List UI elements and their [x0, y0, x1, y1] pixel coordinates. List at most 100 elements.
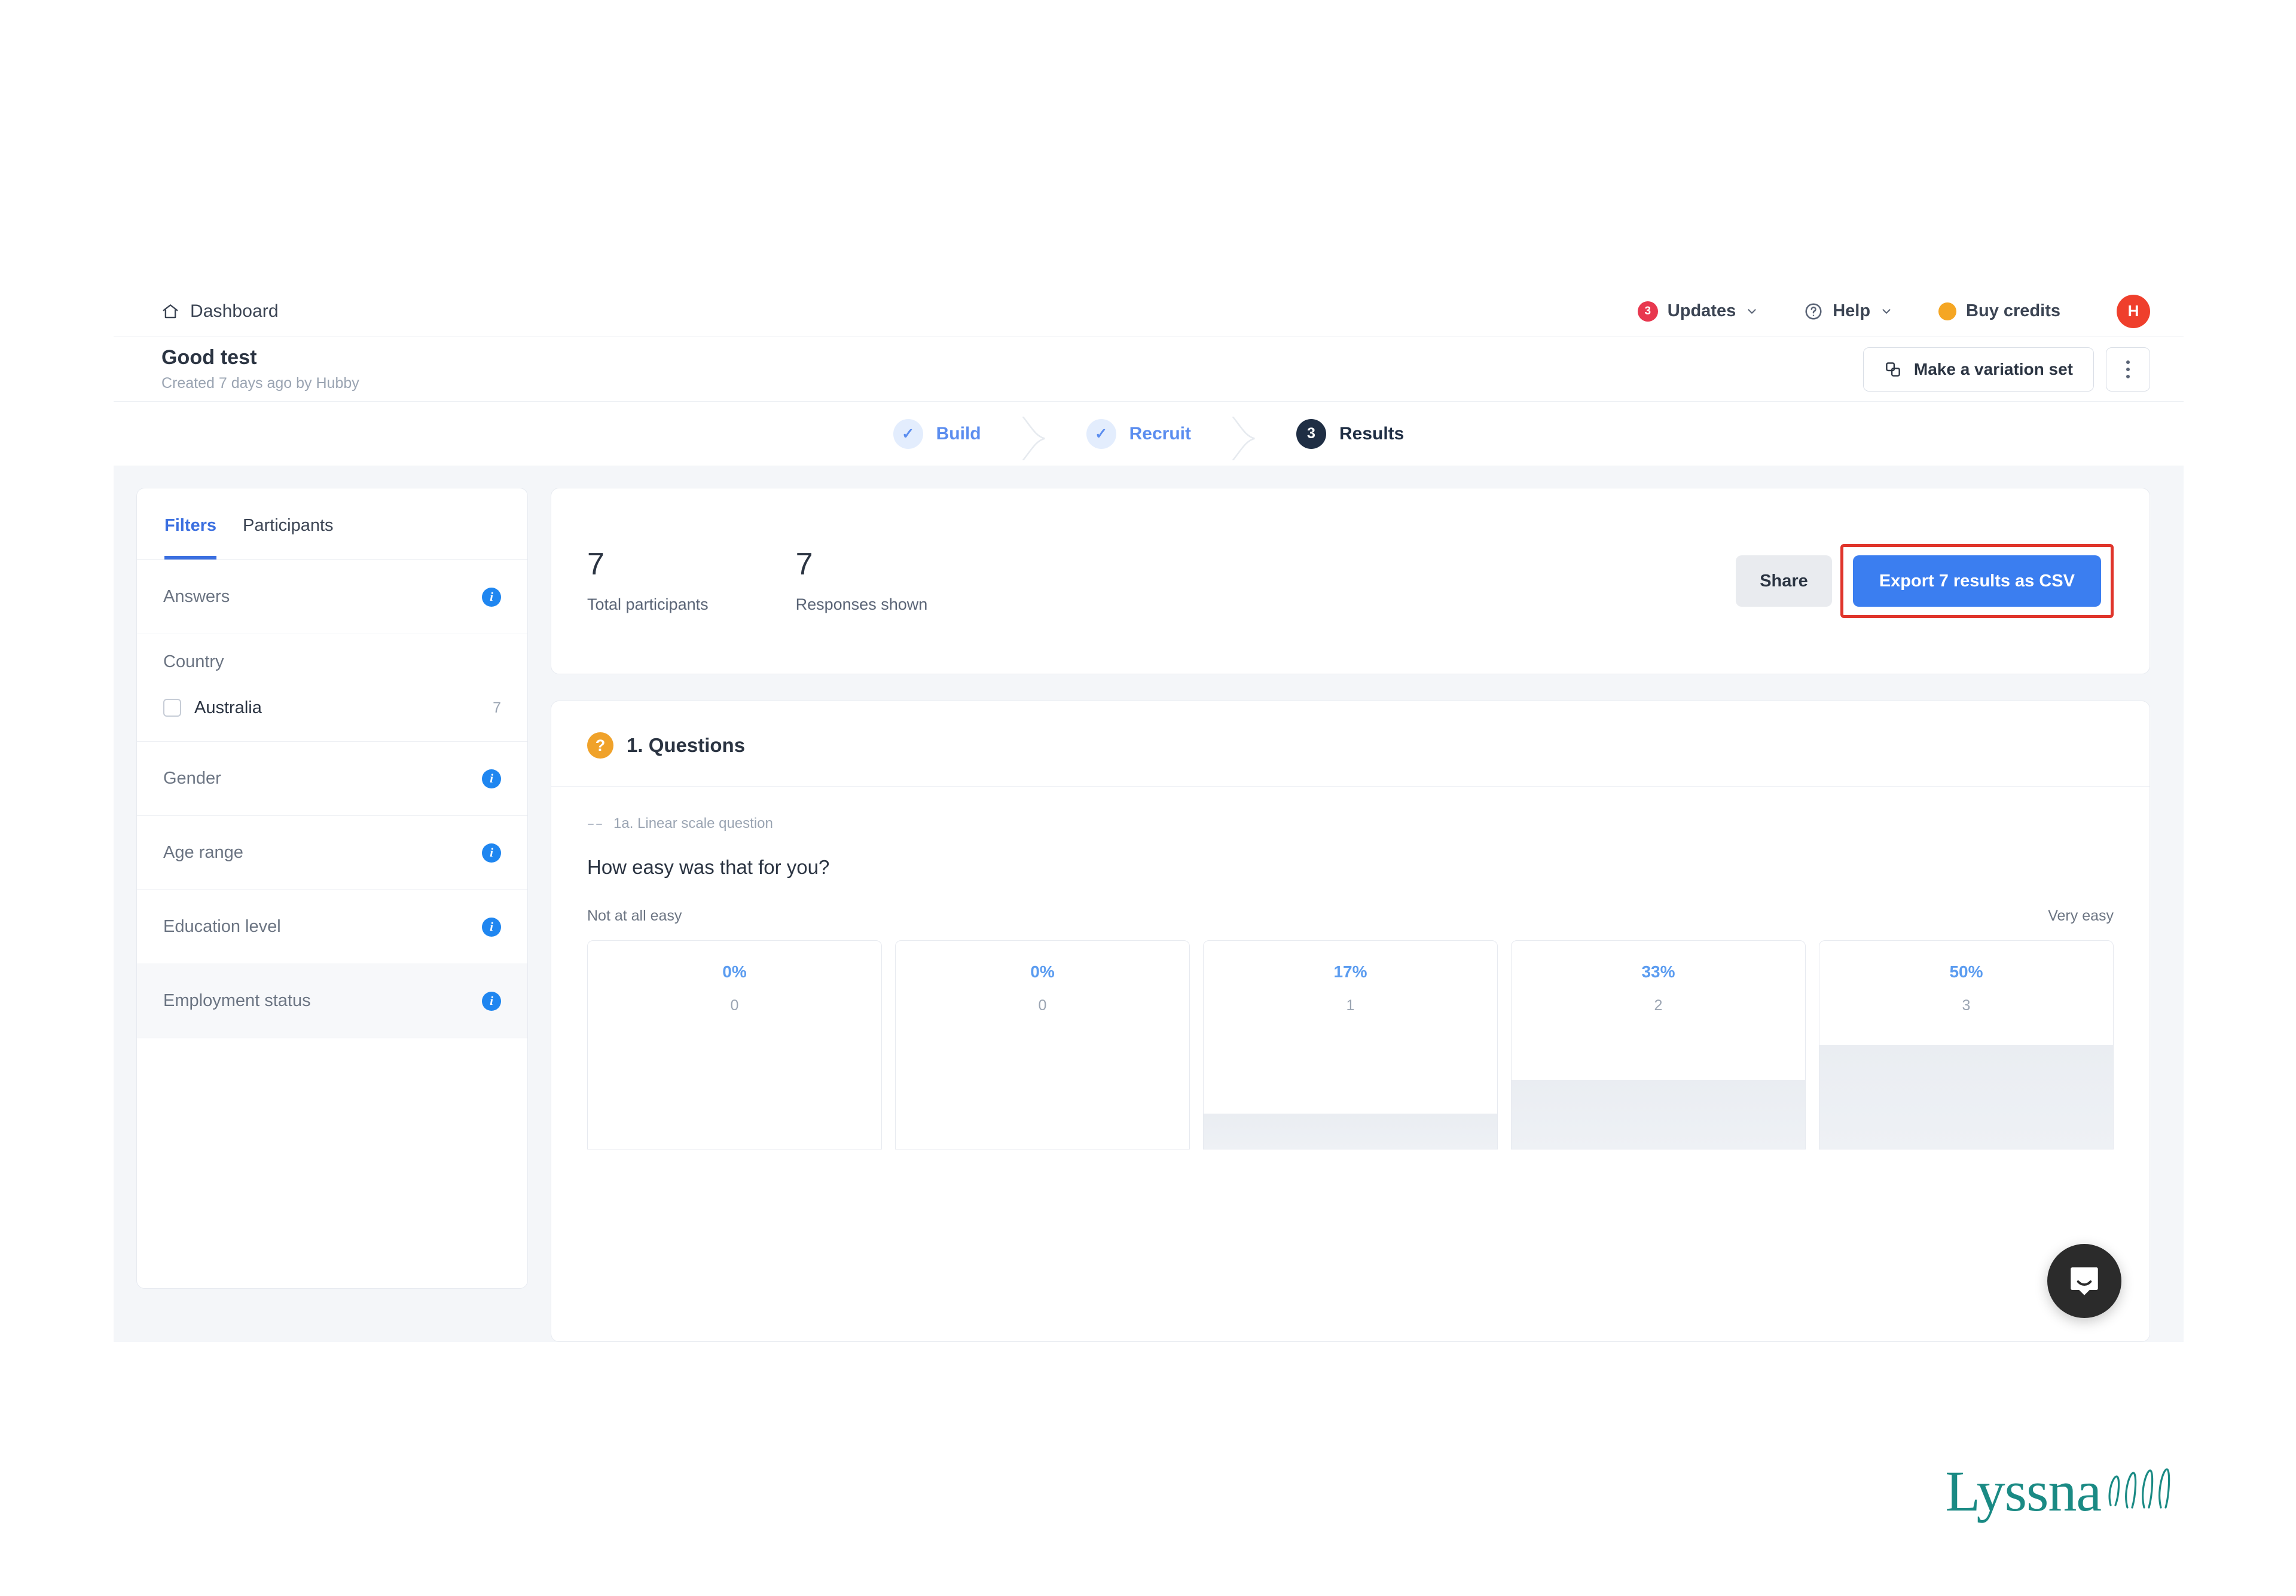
- info-icon[interactable]: i: [482, 917, 501, 937]
- bar-count-label: 0: [730, 997, 739, 1014]
- bar-count-label: 2: [1654, 997, 1663, 1014]
- sidebar-tabs: Filters Participants: [137, 488, 527, 560]
- title-actions: Make a variation set: [1863, 347, 2150, 392]
- bar-count-label: 3: [1962, 997, 1971, 1014]
- filters-sidebar: Filters Participants Answers i Country A…: [136, 488, 528, 1289]
- export-button-highlight: Export 7 results as CSV: [1840, 544, 2114, 618]
- nav-dashboard-link[interactable]: Dashboard: [161, 301, 279, 322]
- tab-participants[interactable]: Participants: [243, 488, 334, 559]
- questions-title: 1. Questions: [627, 734, 746, 756]
- step-results[interactable]: 3 Results: [1257, 418, 1443, 449]
- bar-count-label: 0: [1038, 997, 1047, 1014]
- sidebar-group-country: Country Australia 7: [137, 634, 527, 742]
- question-meta: 1a. Linear scale question: [587, 815, 2114, 832]
- step-recruit-marker: ✓: [1086, 418, 1116, 449]
- chevron-down-icon: [1880, 305, 1893, 318]
- sidebar-item-label: Age range: [163, 843, 243, 862]
- sidebar-item-age-range[interactable]: Age range i: [137, 816, 527, 890]
- linear-scale-icon: [587, 820, 603, 827]
- help-menu[interactable]: Help: [1804, 301, 1893, 321]
- question-subnumber: 1a. Linear scale question: [613, 815, 773, 831]
- lyssna-logo: Lyssna: [1945, 1459, 2179, 1523]
- make-variation-set-button[interactable]: Make a variation set: [1863, 347, 2094, 392]
- info-icon[interactable]: i: [482, 991, 501, 1011]
- nav-right-group: 3 Updates Help Buy credits H: [1637, 294, 2150, 328]
- test-title-bar: Good test Created 7 days ago by Hubby Ma…: [114, 337, 2184, 402]
- stat-value: 7: [795, 546, 813, 582]
- bar-column[interactable]: 33% 2: [1511, 940, 1806, 1149]
- bar-fill: [1204, 1113, 1497, 1149]
- sidebar-group-label: Country: [163, 652, 224, 671]
- info-icon[interactable]: i: [482, 769, 501, 788]
- stat-label: Responses shown: [795, 595, 928, 613]
- step-recruit-label: Recruit: [1129, 423, 1191, 444]
- step-separator-icon: [1021, 415, 1047, 461]
- home-icon: [161, 302, 179, 320]
- stat-total-participants: 7 Total participants: [587, 549, 709, 614]
- kebab-menu-icon: [2126, 360, 2130, 378]
- share-button[interactable]: Share: [1736, 555, 1832, 607]
- sidebar-item-label: Education level: [163, 917, 281, 936]
- bar-percent-label: 33%: [1641, 962, 1675, 981]
- nav-dashboard-label: Dashboard: [190, 301, 279, 321]
- page-subtitle: Created 7 days ago by Hubby: [161, 375, 359, 392]
- filter-option-label: Australia: [194, 698, 262, 717]
- step-build[interactable]: ✓ Build: [854, 418, 1021, 449]
- messenger-icon: [2071, 1267, 2098, 1295]
- scale-right-label: Very easy: [2048, 907, 2114, 924]
- filter-option-count: 7: [493, 699, 501, 716]
- bar-percent-label: 17%: [1333, 962, 1367, 981]
- top-navigation-bar: Dashboard 3 Updates Help Buy credits H: [114, 286, 2184, 337]
- step-build-marker: ✓: [893, 418, 923, 449]
- questions-header: ? 1. Questions: [551, 701, 2150, 787]
- scale-end-labels: Not at all easy Very easy: [587, 907, 2114, 925]
- sidebar-item-label: Gender: [163, 769, 221, 788]
- linear-scale-bar-chart: 0% 0 0% 0 17% 1 33% 2 50% 3: [587, 940, 2114, 1149]
- stat-label: Total participants: [587, 595, 709, 613]
- copy-icon: [1884, 360, 1902, 378]
- intercom-messenger-button[interactable]: [2047, 1244, 2121, 1318]
- stat-value: 7: [587, 546, 604, 582]
- more-options-button[interactable]: [2106, 347, 2150, 392]
- bar-column[interactable]: 17% 1: [1203, 940, 1498, 1149]
- coin-icon: [1938, 302, 1957, 320]
- filter-option-australia[interactable]: Australia 7: [137, 692, 527, 723]
- page-title: Good test: [161, 346, 257, 369]
- help-circle-icon: [1804, 302, 1823, 321]
- step-separator-icon: [1231, 415, 1257, 461]
- lyssna-wordmark: Lyssna: [1945, 1459, 2102, 1523]
- sidebar-item-gender[interactable]: Gender i: [137, 742, 527, 816]
- info-icon[interactable]: i: [482, 587, 501, 607]
- buy-credits-button[interactable]: Buy credits: [1938, 301, 2060, 321]
- title-block: Good test Created 7 days ago by Hubby: [161, 346, 359, 392]
- stat-responses-shown: 7 Responses shown: [796, 549, 928, 614]
- bar-fill: [1512, 1080, 1805, 1149]
- bar-percent-label: 0%: [1030, 962, 1055, 981]
- bar-percent-label: 50%: [1949, 962, 1983, 981]
- question-text: How easy was that for you?: [587, 856, 830, 878]
- sidebar-item-employment-status[interactable]: Employment status i: [137, 964, 527, 1038]
- scale-left-label: Not at all easy: [587, 907, 682, 924]
- stats-actions: Share Export 7 results as CSV: [1736, 544, 2114, 618]
- bar-percent-label: 0%: [722, 962, 747, 981]
- step-results-marker: 3: [1296, 418, 1326, 449]
- step-recruit[interactable]: ✓ Recruit: [1047, 418, 1231, 449]
- bar-column[interactable]: 0% 0: [895, 940, 1190, 1149]
- info-icon[interactable]: i: [482, 843, 501, 863]
- export-csv-button[interactable]: Export 7 results as CSV: [1852, 555, 2101, 607]
- bar-fill: [1819, 1045, 2113, 1149]
- sidebar-item-answers[interactable]: Answers i: [137, 560, 527, 634]
- updates-menu[interactable]: 3 Updates: [1637, 301, 1758, 322]
- lyssna-wave-icon: [2103, 1468, 2179, 1518]
- checkbox-australia[interactable]: [163, 699, 181, 717]
- updates-badge: 3: [1637, 301, 1658, 322]
- avatar[interactable]: H: [2117, 294, 2150, 328]
- sidebar-item-education-level[interactable]: Education level i: [137, 890, 527, 964]
- bar-column[interactable]: 0% 0: [587, 940, 882, 1149]
- bar-column[interactable]: 50% 3: [1819, 940, 2114, 1149]
- question-body: 1a. Linear scale question How easy was t…: [551, 787, 2150, 1149]
- tab-filters[interactable]: Filters: [164, 488, 217, 559]
- questions-card: ? 1. Questions 1a. Linear scale question…: [551, 701, 2150, 1342]
- results-body: Filters Participants Answers i Country A…: [114, 466, 2184, 1342]
- workflow-stepper: ✓ Build ✓ Recruit 3 Results: [114, 402, 2184, 466]
